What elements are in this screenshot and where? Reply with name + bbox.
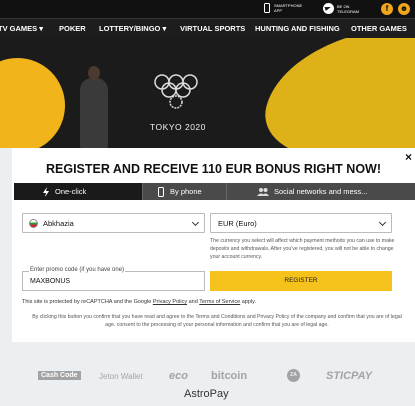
app-label-2: APP	[274, 8, 283, 13]
facebook-icon[interactable]: f	[381, 3, 393, 15]
promo-code-input[interactable]: Enter promo code (if you have one) MAXBO…	[22, 267, 205, 291]
chevron-down-icon	[378, 218, 387, 227]
consent-text: By clicking this button you confirm that…	[32, 314, 402, 328]
register-button[interactable]: REGISTER	[210, 271, 392, 291]
captcha-text: This site is protected by reCAPTCHA and …	[22, 299, 152, 305]
odnoklassniki-icon[interactable]: ☻	[398, 3, 410, 15]
phone-icon	[264, 3, 270, 13]
sticpay-logo: STICPAY	[326, 370, 373, 382]
nav-tv-games[interactable]: TV GAMES ▾	[0, 19, 43, 39]
promo-code-label: Enter promo code (if you have one)	[29, 267, 126, 273]
people-icon	[257, 187, 269, 196]
cashcode-logo: Cash Code	[38, 371, 81, 380]
modal-title: REGISTER AND RECEIVE 110 EUR BONUS RIGHT…	[46, 162, 381, 176]
tab-by-phone[interactable]: By phone	[142, 183, 226, 200]
tokyo-2020-label: TOKYO 2020	[150, 122, 206, 132]
nav-poker[interactable]: POKER	[59, 19, 86, 39]
chevron-down-icon	[191, 218, 200, 227]
astropay-logo: AstroPay	[184, 388, 229, 400]
main-nav: TV GAMES ▾ POKER LOTTERY/BINGO ▾ VIRTUAL…	[0, 18, 415, 38]
nav-other-games[interactable]: OTHER GAMES	[351, 19, 407, 39]
lightning-icon	[43, 186, 49, 197]
hero-banner: TOKYO 2020	[0, 38, 415, 148]
tab-one-click[interactable]: One-click	[14, 183, 142, 200]
tab-social-networks[interactable]: Social networks and mess...	[226, 183, 415, 200]
telegram-label-2: TELEGRAM	[337, 8, 360, 14]
bitcoin-logo: bitcoin	[211, 370, 248, 382]
terms-of-service-link[interactable]: Terms of Service	[199, 299, 240, 305]
nav-hunting-fishing[interactable]: HUNTING AND FISHING	[255, 19, 340, 39]
country-select[interactable]: Abkhazia	[22, 213, 205, 233]
top-bar: SMARTPHONE APP BE ON TELEGRAM f ☻	[0, 0, 415, 18]
currency-note: The currency you select will affect whic…	[210, 238, 395, 260]
smartphone-app-link[interactable]: SMARTPHONE APP	[264, 3, 302, 13]
nav-lottery-bingo[interactable]: LOTTERY/BINGO ▾	[99, 19, 166, 39]
telegram-icon	[323, 3, 334, 14]
registration-tabs: One-click By phone Social networks and m…	[14, 183, 415, 200]
phone-icon	[158, 186, 164, 197]
nav-virtual-sports[interactable]: VIRTUAL SPORTS	[180, 19, 245, 39]
payment-methods: Cash Code Jeton Wallet eco bitcoin ZA ST…	[0, 355, 415, 406]
athlete-image	[80, 66, 108, 148]
olympic-rings-icon	[154, 74, 198, 109]
tab-label: One-click	[55, 187, 87, 196]
country-value: Abkhazia	[43, 218, 74, 228]
abkhazia-flag-icon	[29, 218, 38, 228]
currency-value: EUR (Euro)	[218, 218, 257, 228]
privacy-policy-link[interactable]: Privacy Policy	[153, 299, 187, 305]
captcha-apply: apply.	[241, 299, 257, 305]
payment-circle-logo: ZA	[287, 369, 300, 382]
registration-modal: × REGISTER AND RECEIVE 110 EUR BONUS RIG…	[12, 148, 415, 342]
banner-accent-shape	[252, 38, 415, 148]
tab-label: Social networks and mess...	[274, 187, 368, 196]
currency-select[interactable]: EUR (Euro)	[210, 213, 392, 233]
recaptcha-notice: This site is protected by reCAPTCHA and …	[22, 299, 256, 305]
captcha-and: and	[188, 299, 198, 305]
jeton-wallet-logo: Jeton Wallet	[99, 372, 143, 381]
promo-code-value: MAXBONUS	[30, 278, 71, 285]
tab-label: By phone	[170, 187, 202, 196]
telegram-link[interactable]: BE ON TELEGRAM	[323, 3, 359, 14]
eco-logo: eco	[169, 370, 188, 382]
sport-logo	[0, 58, 65, 148]
